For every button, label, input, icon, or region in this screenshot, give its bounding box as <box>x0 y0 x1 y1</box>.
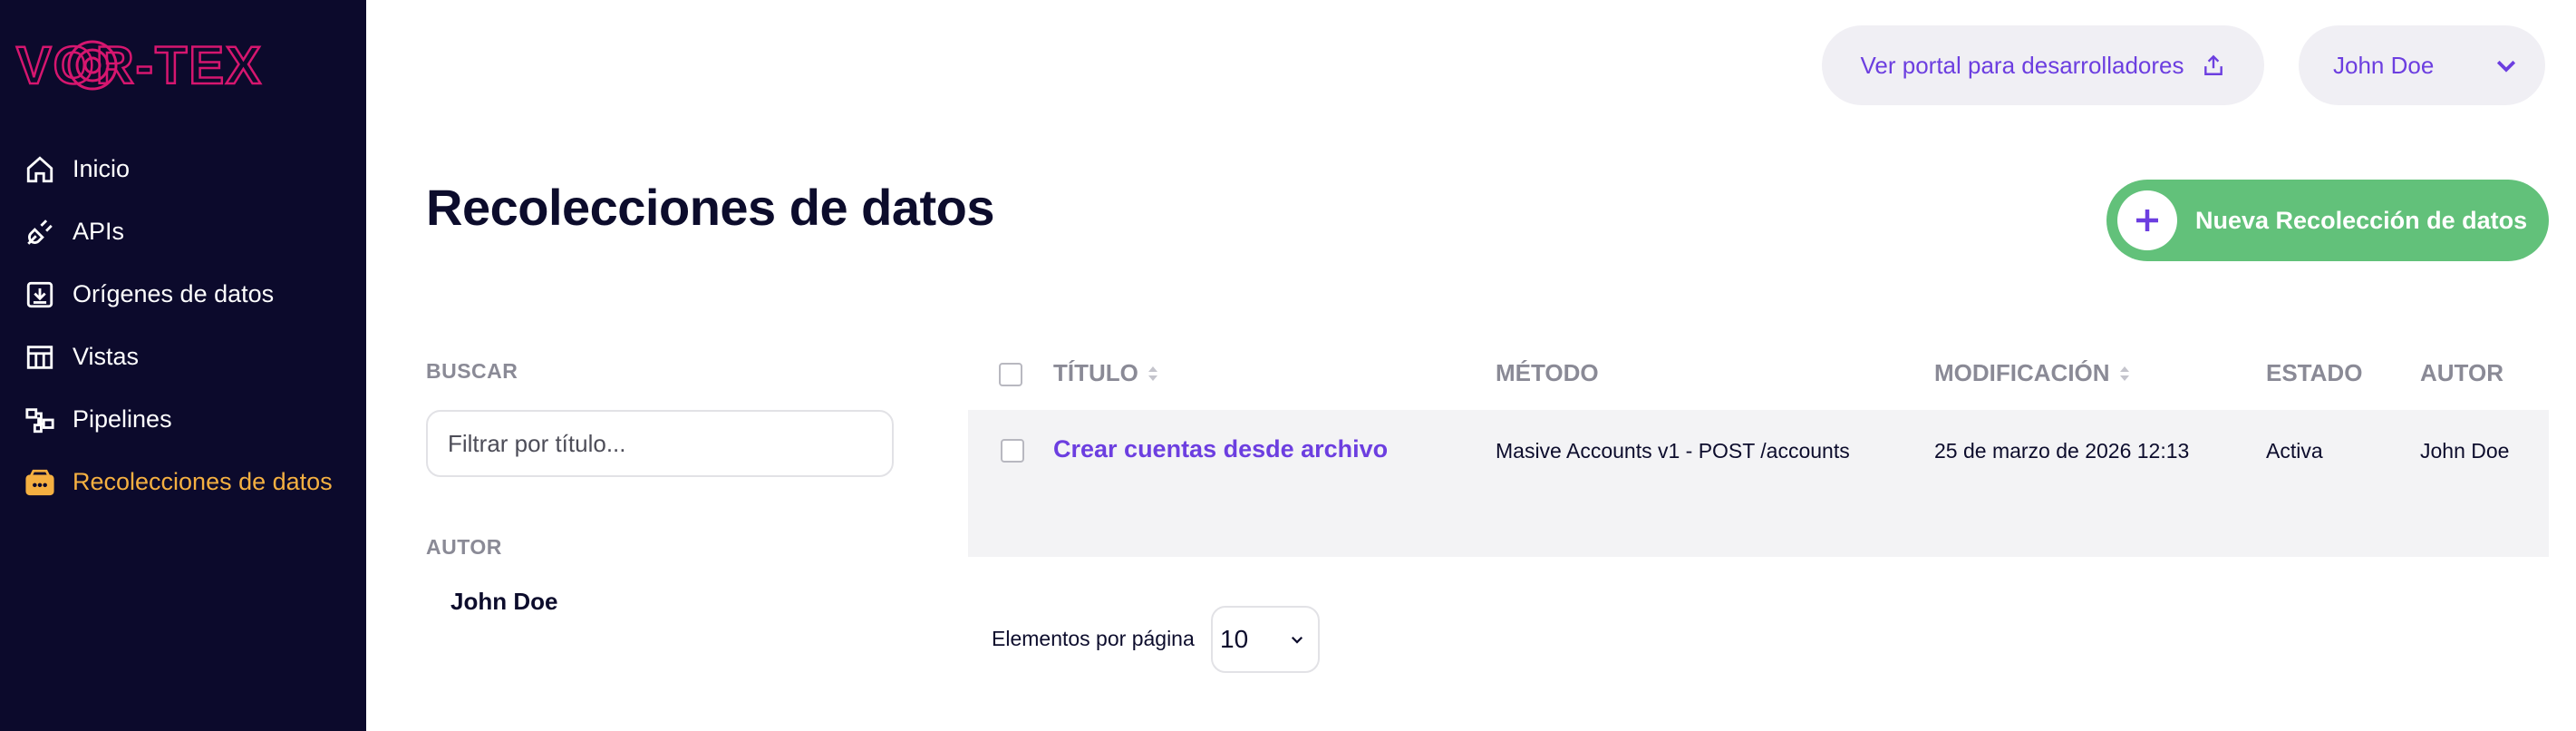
column-header-author: AUTOR <box>2420 359 2503 387</box>
items-per-page-label: Elementos por página <box>992 627 1195 650</box>
author-filter-option[interactable]: John Doe <box>450 588 557 616</box>
sidebar-item-apis[interactable]: APIs <box>0 200 366 263</box>
table-icon <box>22 339 58 375</box>
logo-text: VOR-TEX <box>16 36 263 95</box>
home-icon <box>22 151 58 188</box>
page-title: Recolecciones de datos <box>426 179 995 236</box>
plug-icon <box>22 214 58 250</box>
column-header-status: ESTADO <box>2266 359 2362 387</box>
sidebar-item-label: Pipelines <box>73 405 172 433</box>
share-icon <box>2204 54 2223 75</box>
sidebar-item-recolecciones[interactable]: Recolecciones de datos <box>0 451 366 513</box>
sidebar-nav: Inicio APIs Orígenes de datos Vistas Pip… <box>0 138 366 513</box>
row-status: Activa <box>2266 439 2323 463</box>
chevron-down-icon <box>2496 60 2516 73</box>
sidebar-item-inicio[interactable]: Inicio <box>0 138 366 200</box>
column-header-label: AUTOR <box>2420 359 2503 386</box>
row-method: Masive Accounts v1 - POST /accounts <box>1496 439 1850 463</box>
new-collection-button[interactable]: Nueva Recolección de datos <box>2106 180 2549 261</box>
sidebar-item-origenes[interactable]: Orígenes de datos <box>0 263 366 326</box>
column-header-label: MÉTODO <box>1496 359 1599 386</box>
table-row[interactable] <box>968 410 2549 557</box>
plus-icon <box>2117 190 2177 250</box>
items-per-page-select[interactable]: 10 <box>1211 606 1320 673</box>
sidebar-item-label: APIs <box>73 218 125 245</box>
sort-icon <box>2119 365 2130 383</box>
new-collection-label: Nueva Recolección de datos <box>2195 206 2528 234</box>
column-header-modified[interactable]: MODIFICACIÓN <box>1934 359 2130 387</box>
sidebar: VOR-TEX Inicio APIs Orígenes de datos Vi… <box>0 0 366 731</box>
chevron-down-icon <box>1291 636 1303 644</box>
row-checkbox[interactable] <box>1001 439 1024 463</box>
developer-portal-label: Ver portal para desarrolladores <box>1860 51 2184 79</box>
row-modified: 25 de marzo de 2026 12:13 <box>1934 439 2190 463</box>
sidebar-item-label: Vistas <box>73 343 140 370</box>
developer-portal-button[interactable]: Ver portal para desarrolladores <box>1822 25 2264 105</box>
author-filter-label: AUTOR <box>426 535 502 559</box>
user-menu-button[interactable]: John Doe <box>2299 25 2545 105</box>
column-header-title[interactable]: TÍTULO <box>1053 359 1158 387</box>
select-all-checkbox[interactable] <box>999 363 1022 386</box>
column-header-label: MODIFICACIÓN <box>1934 359 2110 386</box>
row-author: John Doe <box>2420 439 2510 463</box>
sidebar-item-label: Inicio <box>73 155 131 182</box>
sidebar-item-vistas[interactable]: Vistas <box>0 326 366 388</box>
user-name: John Doe <box>2333 51 2435 79</box>
sidebar-item-label: Orígenes de datos <box>73 280 275 307</box>
items-per-page-value: 10 <box>1220 625 1249 653</box>
column-header-label: TÍTULO <box>1053 359 1138 386</box>
pipeline-icon <box>22 402 58 438</box>
download-icon <box>22 277 58 313</box>
search-input[interactable] <box>426 410 894 477</box>
row-title-link[interactable]: Crear cuentas desde archivo <box>1053 435 1388 463</box>
search-label: BUSCAR <box>426 359 518 383</box>
vortex-logo[interactable]: VOR-TEX <box>13 34 344 96</box>
column-header-label: ESTADO <box>2266 359 2363 386</box>
sort-icon <box>1148 365 1158 383</box>
column-header-method: MÉTODO <box>1496 359 1599 387</box>
sidebar-item-pipelines[interactable]: Pipelines <box>0 388 366 451</box>
sidebar-item-label: Recolecciones de datos <box>73 468 333 495</box>
collection-icon <box>22 464 58 501</box>
